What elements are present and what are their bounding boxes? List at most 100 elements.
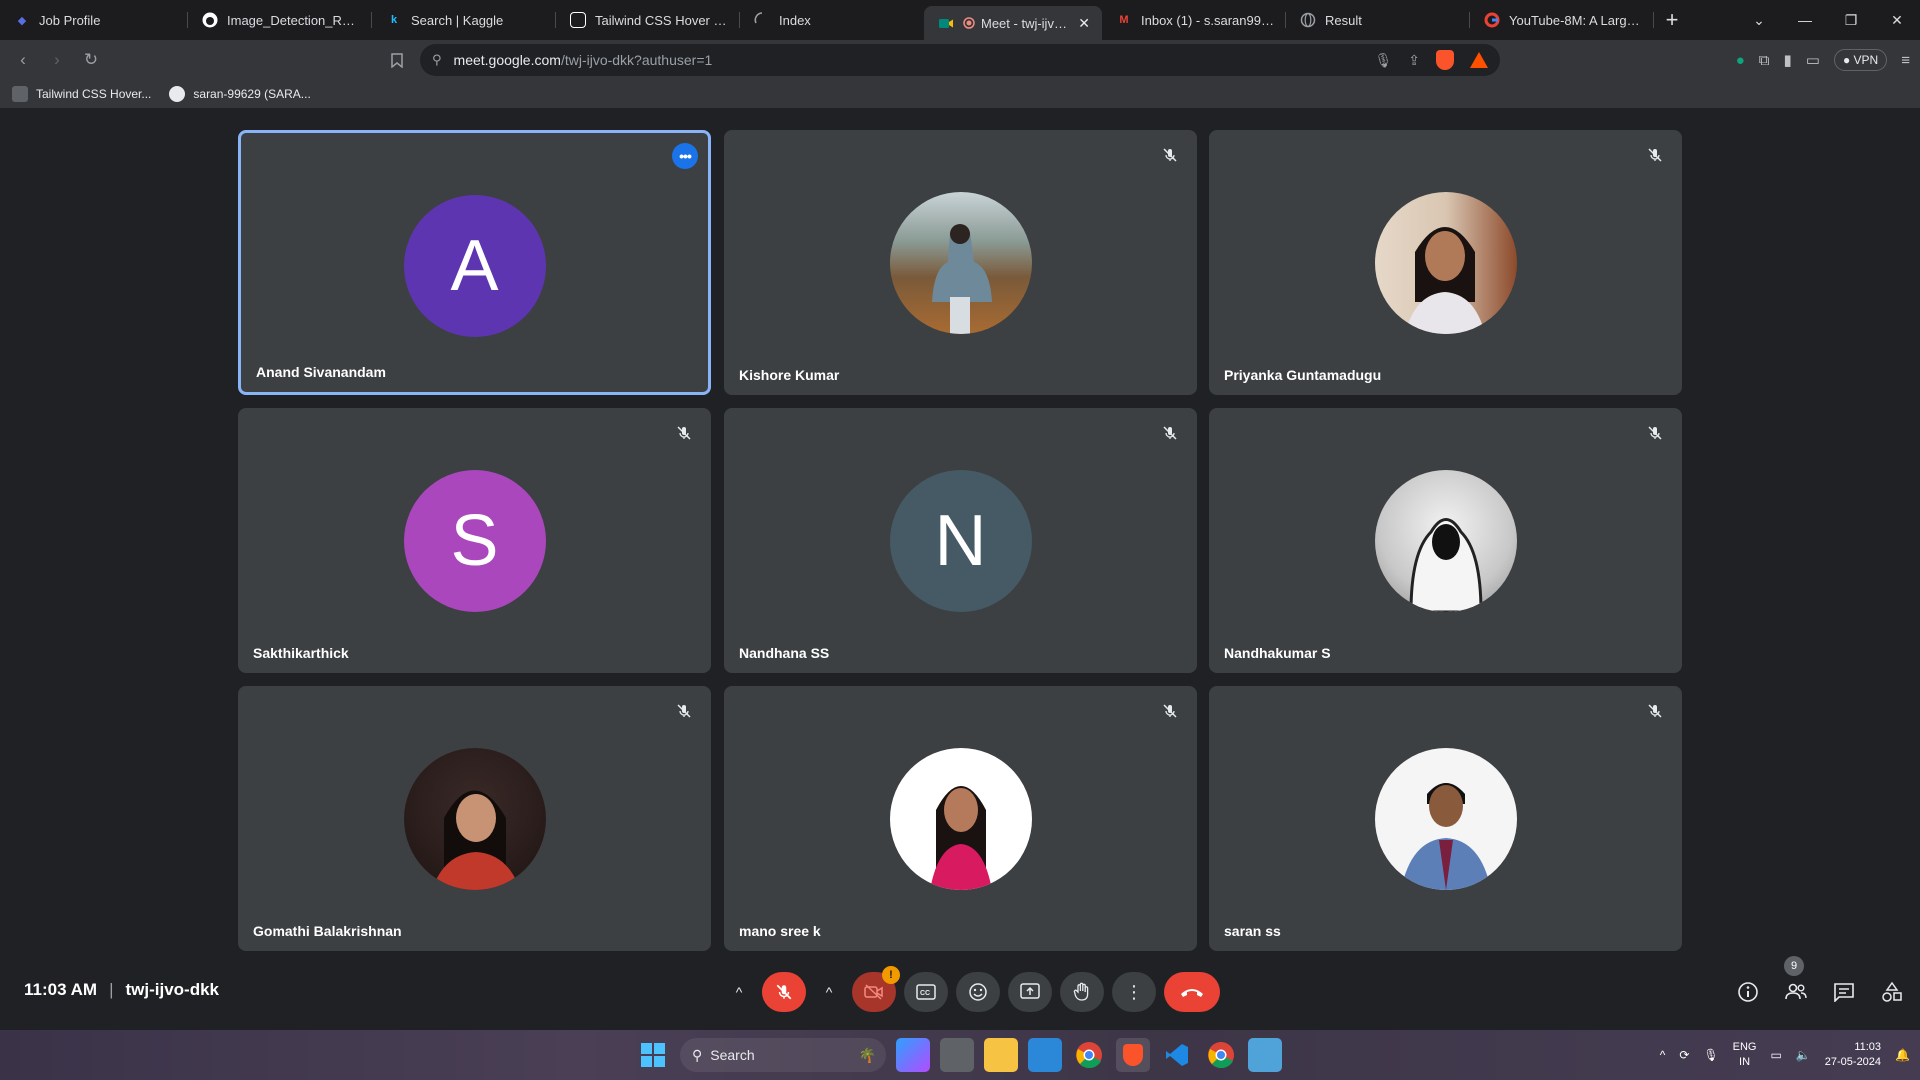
leave-call-button[interactable]	[1164, 972, 1220, 1012]
more-options-icon[interactable]: •••	[672, 143, 698, 169]
captions-button[interactable]: CC	[904, 972, 948, 1012]
file-explorer-icon[interactable]	[984, 1038, 1018, 1072]
github-favicon	[169, 86, 186, 102]
video-settings-chevron-icon[interactable]: ^	[814, 972, 844, 1012]
sidebar-icon[interactable]: ▮	[1784, 51, 1792, 69]
microphone-toggle-button[interactable]	[762, 972, 806, 1012]
more-options-button[interactable]: ⋮	[1112, 972, 1156, 1012]
taskbar-search-box[interactable]: ⚲ Search 🌴	[680, 1038, 886, 1072]
participant-name: Kishore Kumar	[739, 367, 840, 383]
search-icon: ⚲	[692, 1046, 703, 1063]
tab-gmail[interactable]: M Inbox (1) - s.saran99629@	[1102, 0, 1286, 40]
meeting-details-button[interactable]	[1734, 978, 1762, 1006]
microphone-icon[interactable]: 🎙	[1374, 52, 1392, 69]
tab-strip: ◆ Job Profile Image_Detection_Resnet_ k …	[0, 0, 1920, 40]
restore-button[interactable]: ❐	[1828, 0, 1874, 40]
avatar	[1374, 192, 1517, 334]
windows-start-icon[interactable]	[636, 1038, 670, 1072]
toolbar-extensions: ● ⧉ ▮ ▭ ● VPN ≡	[1736, 40, 1910, 80]
brave-rewards-icon[interactable]	[1470, 52, 1488, 68]
address-bar[interactable]: ⚲ meet.google.com/twj-ijvo-dkk?authuser=…	[420, 44, 1500, 76]
minimize-button[interactable]: —	[1782, 0, 1828, 40]
bookmarks-bar: Tailwind CSS Hover... saran-99629 (SARA.…	[0, 80, 1920, 108]
tab-result[interactable]: Result	[1286, 0, 1470, 40]
muted-mic-icon	[1644, 422, 1666, 444]
notification-bell-icon[interactable]: 🔔	[1895, 1048, 1910, 1062]
microsoft-store-icon[interactable]	[1028, 1038, 1062, 1072]
site-settings-icon[interactable]: ⚲	[432, 52, 442, 68]
chatgpt-extension-icon[interactable]: ●	[1736, 52, 1745, 69]
forward-button[interactable]: ›	[40, 43, 74, 77]
url-path: /twj-ijvo-dkk?authuser=1	[560, 52, 713, 68]
back-button[interactable]: ‹	[6, 43, 40, 77]
svg-text:CC: CC	[920, 990, 930, 997]
chrome-icon[interactable]	[1072, 1038, 1106, 1072]
extensions-icon[interactable]: ⧉	[1759, 52, 1770, 69]
avatar: A	[403, 195, 546, 337]
participant-tile[interactable]: Gomathi Balakrishnan	[238, 686, 711, 951]
tab-youtube-8m[interactable]: YouTube-8M: A Large and	[1470, 0, 1654, 40]
participant-name: Gomathi Balakrishnan	[253, 923, 402, 939]
browser-window: ◆ Job Profile Image_Detection_Resnet_ k …	[0, 0, 1920, 1080]
loading-spinner-icon	[754, 12, 770, 28]
call-controls: ^ ^ ! CC ⋮	[724, 966, 1220, 1014]
chrome-profile-icon[interactable]	[1204, 1038, 1238, 1072]
gmail-favicon: M	[1119, 14, 1129, 26]
participant-tile[interactable]: Nandhakumar S	[1209, 408, 1682, 673]
vpn-button[interactable]: ● VPN	[1833, 49, 1888, 71]
brave-browser-icon[interactable]	[1116, 1038, 1150, 1072]
avatar	[889, 192, 1032, 334]
participant-tile[interactable]: A ••• Anand Sivanandam	[238, 130, 711, 395]
bookmark-tailwind[interactable]: Tailwind CSS Hover...	[12, 86, 151, 102]
wallet-icon[interactable]: ▭	[1806, 51, 1820, 69]
participant-tile[interactable]: saran ss	[1209, 686, 1682, 951]
participant-tile[interactable]: N Nandhana SS	[724, 408, 1197, 673]
participant-tile[interactable]: Kishore Kumar	[724, 130, 1197, 395]
reload-button[interactable]: ↻	[74, 43, 108, 77]
activities-button[interactable]	[1878, 978, 1906, 1006]
vscode-icon[interactable]	[1160, 1038, 1194, 1072]
tab-google-meet[interactable]: Meet - twj-ijvo-dk ✕	[924, 6, 1102, 40]
menu-icon[interactable]: ≡	[1901, 52, 1910, 69]
muted-mic-icon	[1159, 422, 1181, 444]
network-icon[interactable]: ▭	[1770, 1048, 1781, 1062]
volume-icon[interactable]: 🔈	[1796, 1048, 1811, 1062]
photos-app-icon[interactable]	[1248, 1038, 1282, 1072]
new-tab-button[interactable]: +	[1654, 0, 1690, 40]
tab-job-profile[interactable]: ◆ Job Profile	[0, 0, 188, 40]
close-window-button[interactable]: ✕	[1874, 0, 1920, 40]
language-indicator[interactable]: ENG IN	[1733, 1040, 1757, 1070]
close-tab-icon[interactable]: ✕	[1078, 15, 1090, 32]
share-icon[interactable]: ⇪	[1408, 52, 1420, 69]
camera-toggle-button[interactable]: !	[852, 966, 900, 1012]
participant-tile[interactable]: S Sakthikarthick	[238, 408, 711, 673]
participant-tile[interactable]: mano sree k	[724, 686, 1197, 951]
participant-name: Priyanka Guntamadugu	[1224, 367, 1382, 383]
tab-search-chevron-icon[interactable]: ⌄	[1736, 0, 1782, 40]
sync-icon[interactable]: ⟳	[1679, 1048, 1689, 1062]
chat-button[interactable]	[1830, 978, 1858, 1006]
tab-github-image-detection[interactable]: Image_Detection_Resnet_	[188, 0, 372, 40]
show-hidden-icons-chevron-icon[interactable]: ^	[1660, 1048, 1666, 1062]
recording-dot-icon	[963, 15, 975, 31]
openai-favicon	[570, 12, 586, 28]
task-view-icon[interactable]	[940, 1038, 974, 1072]
taskbar-clock[interactable]: 11:03 27-05-2024	[1825, 1040, 1881, 1070]
raise-hand-button[interactable]	[1060, 972, 1104, 1012]
microphone-tray-icon[interactable]: 🎙	[1703, 1048, 1718, 1062]
avatar: S	[403, 470, 546, 612]
present-screen-button[interactable]	[1008, 972, 1052, 1012]
copilot-icon[interactable]	[896, 1038, 930, 1072]
bookmark-github-profile[interactable]: saran-99629 (SARA...	[169, 86, 311, 102]
audio-settings-chevron-icon[interactable]: ^	[724, 972, 754, 1012]
brave-shields-icon[interactable]	[1436, 50, 1454, 70]
participant-name: mano sree k	[739, 923, 821, 939]
bookmark-icon[interactable]	[380, 43, 414, 77]
tab-tailwind[interactable]: Tailwind CSS Hover Effect	[556, 0, 740, 40]
avatar	[889, 748, 1032, 890]
people-button[interactable]: 9	[1782, 956, 1810, 1006]
tab-kaggle[interactable]: k Search | Kaggle	[372, 0, 556, 40]
participant-tile[interactable]: Priyanka Guntamadugu	[1209, 130, 1682, 395]
reactions-button[interactable]	[956, 972, 1000, 1012]
tab-index[interactable]: Index	[740, 0, 924, 40]
